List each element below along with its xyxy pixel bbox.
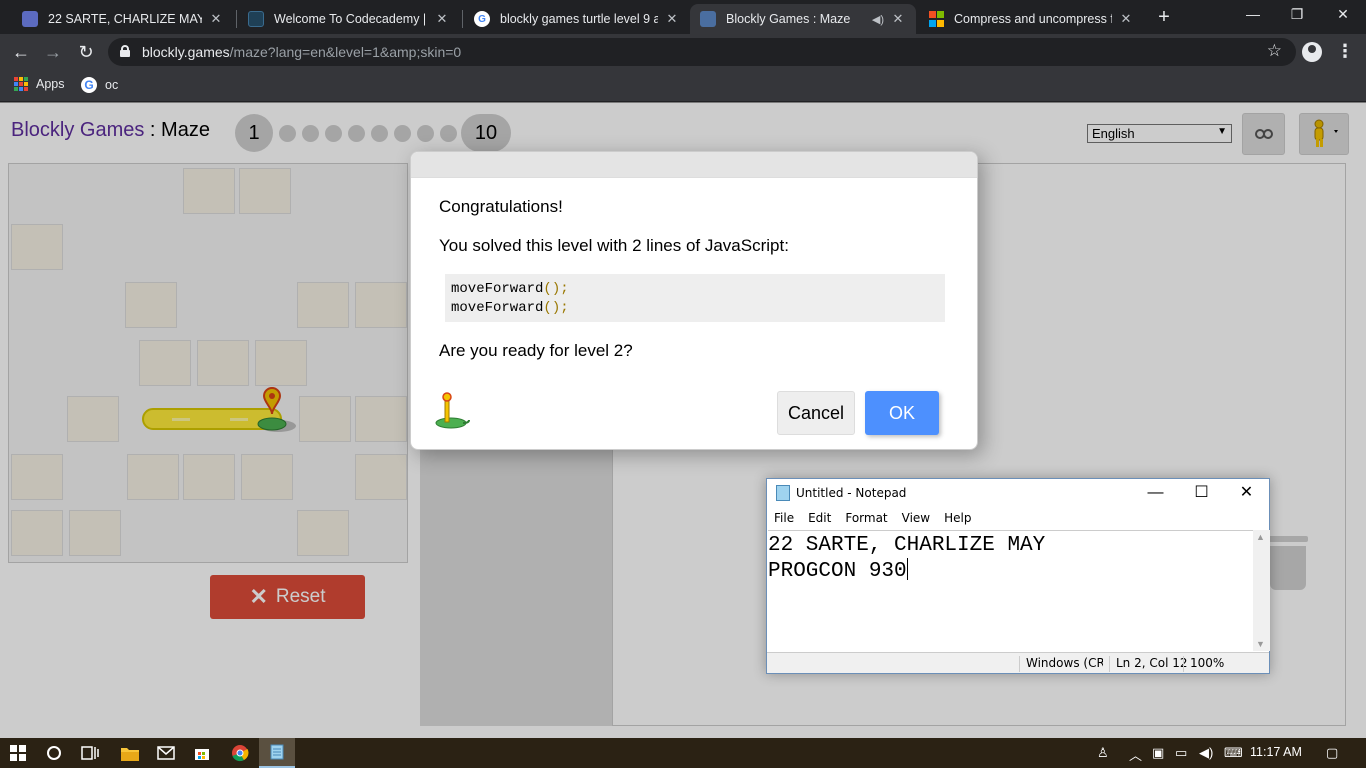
close-icon[interactable]: ✕: [1224, 479, 1269, 507]
reload-icon[interactable]: ↻: [74, 40, 98, 64]
network-icon[interactable]: ▭: [1175, 745, 1187, 761]
task-view-icon[interactable]: [72, 738, 108, 768]
tab-title: blockly games turtle level 9 and: [500, 12, 658, 26]
tab-compress[interactable]: Compress and uncompress file ✕: [918, 4, 1144, 34]
close-tab-icon[interactable]: ✕: [434, 11, 450, 27]
back-icon[interactable]: ←: [9, 40, 33, 64]
status-zoom: 100%: [1183, 656, 1243, 672]
google-icon: G: [81, 77, 97, 93]
notepad-title: Untitled - Notepad: [796, 486, 907, 500]
store-icon[interactable]: [184, 738, 220, 768]
notepad-text-area[interactable]: 22 SARTE, CHARLIZE MAY PROGCON 930: [768, 530, 1254, 650]
tab-separator: [236, 10, 237, 28]
bookmark-label: Apps: [36, 77, 65, 91]
google-icon: G: [474, 11, 490, 27]
menu-view[interactable]: View: [895, 509, 937, 529]
menu-kebab-icon[interactable]: ⋮: [1336, 40, 1354, 62]
bookmark-apps[interactable]: Apps: [14, 77, 65, 91]
security-icon[interactable]: ▣: [1152, 745, 1164, 761]
dialog-question: Are you ready for level 2?: [439, 341, 633, 360]
chevron-up-icon[interactable]: ︿: [1129, 745, 1142, 764]
dialog-summary: You solved this level with 2 lines of Ja…: [439, 236, 789, 255]
vertical-scrollbar[interactable]: ▲ ▼: [1253, 530, 1270, 651]
scroll-down-icon[interactable]: ▼: [1256, 639, 1265, 649]
close-tab-icon[interactable]: ✕: [1118, 11, 1134, 27]
menu-format[interactable]: Format: [838, 509, 894, 529]
notepad-window: Untitled - Notepad — ☐ ✕ File Edit Forma…: [766, 478, 1270, 674]
close-tab-icon[interactable]: ✕: [664, 11, 680, 27]
address-bar[interactable]: blockly.games/maze?lang=en&level=1&amp;s…: [108, 38, 1296, 66]
congratulations-dialog: Congratulations! You solved this level w…: [410, 151, 978, 450]
microsoft-icon: [928, 11, 944, 27]
text-line: PROGCON 930: [768, 558, 908, 583]
speaker-icon[interactable]: ◀): [872, 13, 884, 26]
profile-avatar-icon[interactable]: [1302, 42, 1322, 62]
close-tab-icon[interactable]: ✕: [890, 11, 906, 27]
people-icon[interactable]: ♙: [1097, 745, 1109, 761]
code-line: moveForward();: [451, 300, 569, 316]
file-explorer-icon[interactable]: [112, 738, 148, 768]
tab-title: Compress and uncompress file: [954, 12, 1112, 26]
bookmark-label: oc: [105, 78, 119, 92]
notepad-icon: [776, 485, 790, 501]
taskbar-clock[interactable]: 11:17 AM: [1250, 745, 1302, 759]
volume-icon[interactable]: ◀): [1199, 745, 1213, 761]
code-line: moveForward();: [451, 281, 569, 297]
maximize-icon[interactable]: ☐: [1179, 479, 1224, 507]
dialog-titlebar[interactable]: [411, 152, 977, 178]
notifications-icon[interactable]: ▢: [1326, 745, 1338, 761]
code-listing: moveForward(); moveForward();: [445, 274, 945, 322]
tab-codecademy[interactable]: Welcome To Codecademy | Co ✕: [238, 4, 460, 34]
mail-icon[interactable]: [148, 738, 184, 768]
tab-separator: [462, 10, 463, 28]
blockly-icon: [700, 11, 716, 27]
minimize-icon[interactable]: —: [1133, 479, 1178, 507]
url-text: blockly.games/maze?lang=en&level=1&amp;s…: [142, 44, 462, 60]
status-position: Ln 2, Col 12: [1109, 656, 1187, 672]
browser-toolbar: ← → ↻ blockly.games/maze?lang=en&level=1…: [0, 34, 1366, 70]
notepad-taskbar-icon[interactable]: [259, 738, 295, 768]
tab-google-search[interactable]: G blockly games turtle level 9 and ✕: [464, 4, 690, 34]
close-tab-icon[interactable]: ✕: [208, 11, 224, 27]
keyboard-icon[interactable]: ⌨: [1224, 745, 1243, 761]
pegman-icon: [435, 392, 470, 429]
bookmarks-bar: Apps G oc: [0, 70, 1366, 102]
trash-can-icon[interactable]: [1268, 536, 1308, 590]
tab-trello[interactable]: 22 SARTE, CHARLIZE MAY on 2 ✕: [12, 4, 234, 34]
bookmark-star-icon[interactable]: ☆: [1267, 41, 1282, 61]
close-window-icon[interactable]: ✕: [1320, 0, 1366, 30]
notepad-statusbar: Windows (CR Ln 2, Col 12 100%: [767, 652, 1269, 673]
ok-button[interactable]: OK: [865, 391, 939, 435]
taskbar: ♙ ︿ ▣ ▭ ◀) ⌨ 11:17 AM ▢: [0, 738, 1366, 768]
notepad-menubar: File Edit Format View Help: [767, 509, 978, 529]
dialog-heading: Congratulations!: [439, 197, 563, 216]
bookmark-oc[interactable]: G oc: [81, 77, 118, 93]
tab-title: Welcome To Codecademy | Co: [274, 12, 428, 26]
scroll-up-icon[interactable]: ▲: [1256, 532, 1265, 542]
text-caret: [906, 558, 908, 580]
menu-help[interactable]: Help: [937, 509, 978, 529]
restore-icon[interactable]: ❐: [1274, 0, 1320, 30]
start-windows-icon[interactable]: [0, 738, 36, 768]
tab-title: Blockly Games : Maze: [726, 12, 851, 26]
status-encoding: Windows (CR: [1019, 656, 1103, 672]
minimize-icon[interactable]: —: [1230, 0, 1276, 30]
forward-icon[interactable]: →: [41, 40, 65, 64]
menu-edit[interactable]: Edit: [801, 509, 838, 529]
lock-icon: [120, 45, 130, 57]
apps-grid-icon: [14, 77, 28, 91]
text-line: 22 SARTE, CHARLIZE MAY: [768, 534, 1046, 557]
codecademy-icon: [248, 11, 264, 27]
tab-strip: 22 SARTE, CHARLIZE MAY on 2 ✕ Welcome To…: [0, 0, 1366, 34]
chrome-icon[interactable]: [222, 738, 258, 768]
tab-title: 22 SARTE, CHARLIZE MAY on 2: [48, 12, 202, 26]
new-tab-icon[interactable]: +: [1152, 6, 1176, 30]
notepad-titlebar[interactable]: Untitled - Notepad — ☐ ✕: [767, 479, 1269, 507]
cancel-button[interactable]: Cancel: [777, 391, 855, 435]
tab-blockly-maze[interactable]: Blockly Games : Maze ◀) ✕: [690, 4, 916, 34]
trello-icon: [22, 11, 38, 27]
search-icon[interactable]: [36, 738, 72, 768]
menu-file[interactable]: File: [767, 509, 801, 529]
